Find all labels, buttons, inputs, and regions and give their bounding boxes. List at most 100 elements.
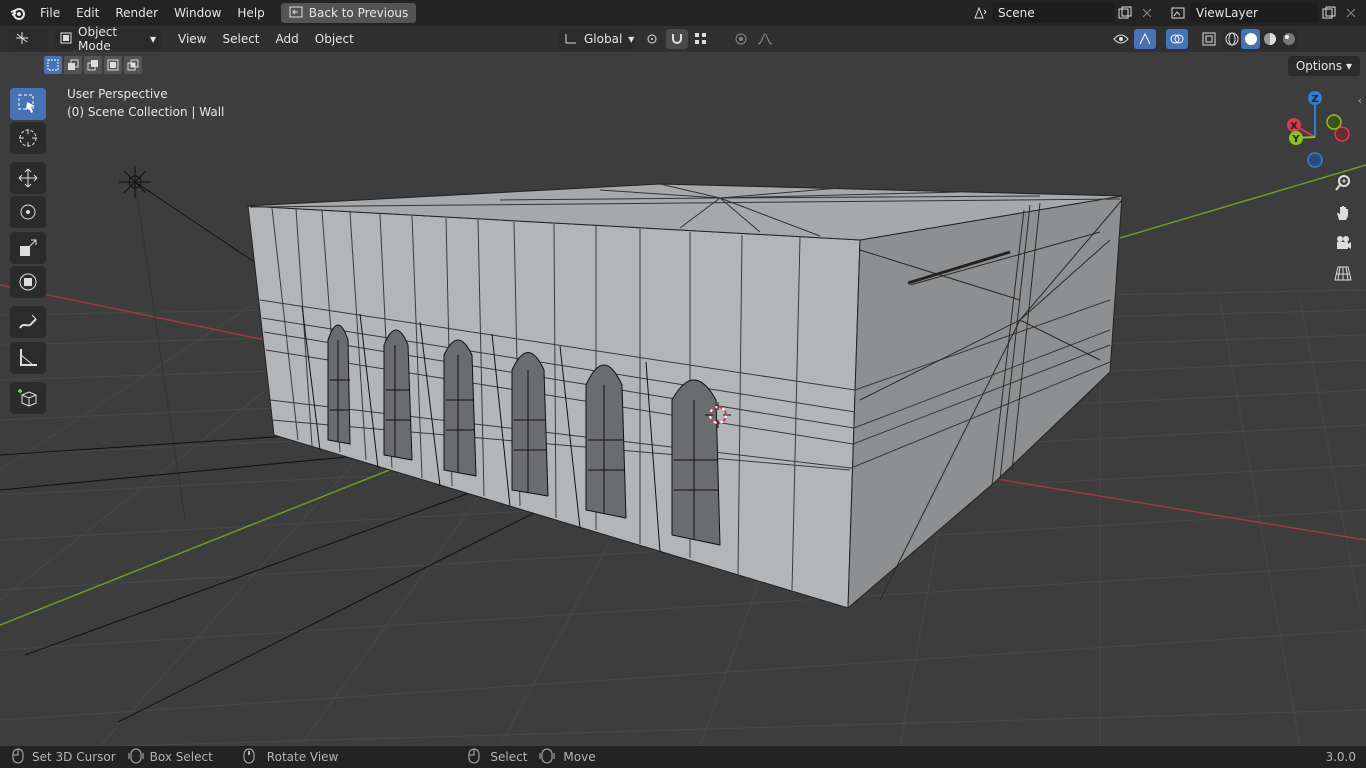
blender-logo-icon[interactable] <box>8 3 28 23</box>
back-to-previous-label: Back to Previous <box>308 6 409 20</box>
wireframe-shading-icon[interactable] <box>1222 29 1241 49</box>
transform-tool[interactable] <box>10 266 46 298</box>
status-bar: Set 3D Cursor Box Select Rotate View Sel… <box>0 746 1366 768</box>
falloff-icon[interactable] <box>754 29 776 49</box>
xray-toggle-icon[interactable] <box>1198 29 1220 49</box>
pivot-point-icon[interactable] <box>642 29 664 49</box>
navigation-gizmo[interactable]: Z X Y <box>1278 88 1358 178</box>
status-set-3d-cursor: Set 3D Cursor <box>32 750 116 764</box>
snap-magnet-icon[interactable] <box>666 29 688 49</box>
overlays-toggle-icon[interactable] <box>1166 29 1188 49</box>
mouse-middle-icon <box>243 748 255 767</box>
scene-name-field[interactable]: Scene <box>992 3 1114 23</box>
menu-window[interactable]: Window <box>166 2 229 24</box>
back-icon <box>289 6 303 21</box>
move-icon <box>18 168 38 188</box>
snap-increment-icon[interactable] <box>690 29 712 49</box>
view-layer-selector[interactable]: ViewLayer <box>1168 3 1362 23</box>
viewport-header: Object Mode ▾ View Select Add Object Glo… <box>0 25 1366 53</box>
viewport-perspective-label: User Perspective <box>67 87 168 101</box>
copy-scene-icon[interactable] <box>1114 3 1136 23</box>
mouse-left-icon-2 <box>468 748 480 767</box>
top-menubar: File Edit Render Window Help Back to Pre… <box>0 0 1366 26</box>
gizmo-x-label: X <box>1290 121 1298 132</box>
chevron-down-icon: ▾ <box>628 32 635 46</box>
light-object[interactable] <box>119 166 151 198</box>
status-select: Select <box>490 750 528 764</box>
annotate-tool[interactable] <box>10 306 46 338</box>
editor-type-icon <box>14 31 30 48</box>
menu-object[interactable]: Object <box>307 28 362 50</box>
material-shading-icon[interactable] <box>1260 29 1279 49</box>
view-layer-name-field[interactable]: ViewLayer <box>1190 3 1318 23</box>
select-extend-icon[interactable] <box>64 56 82 74</box>
menu-view[interactable]: View <box>170 28 214 50</box>
gizmo-y-label: Y <box>1291 134 1300 145</box>
visibility-eye-icon[interactable] <box>1110 29 1132 49</box>
cursor-tool[interactable] <box>10 122 46 154</box>
camera-view-icon[interactable] <box>1330 230 1356 256</box>
orientation-label: Global <box>584 32 623 46</box>
copy-view-layer-icon[interactable] <box>1318 3 1340 23</box>
measure-tool[interactable] <box>10 342 46 374</box>
proportional-editing-icon[interactable] <box>730 29 752 49</box>
select-box-icon <box>18 94 35 113</box>
cursor-icon <box>19 129 37 147</box>
options-label: Options <box>1295 59 1343 73</box>
scale-tool[interactable] <box>10 232 46 264</box>
shading-modes <box>1222 29 1298 49</box>
sidebar-toggle-icon[interactable]: ‹ <box>1358 94 1362 107</box>
annotate-pencil-icon <box>19 314 37 329</box>
solid-shading-icon[interactable] <box>1241 29 1260 49</box>
view-layer-icon[interactable] <box>1168 3 1190 23</box>
viewport-collection-label: (0) Scene Collection | Wall <box>67 105 225 119</box>
editor-type-dropdown[interactable] <box>8 29 48 49</box>
rotate-icon <box>20 204 36 220</box>
menu-help[interactable]: Help <box>229 2 272 24</box>
3d-viewport[interactable]: User Perspective (0) Scene Collection | … <box>0 52 1366 746</box>
mode-label: Object Mode <box>78 25 118 53</box>
select-intersect-icon[interactable] <box>124 56 142 74</box>
viewport-scene[interactable] <box>0 52 1366 746</box>
menu-file[interactable]: File <box>32 2 68 24</box>
select-subtract-icon[interactable] <box>84 56 102 74</box>
rendered-shading-icon[interactable] <box>1279 29 1298 49</box>
transform-icon <box>19 273 37 291</box>
status-rotate-view: Rotate View <box>266 750 339 764</box>
add-cube-tool[interactable] <box>10 382 46 414</box>
mouse-left-icon <box>12 748 24 767</box>
scene-selector[interactable]: Scene <box>970 3 1158 23</box>
mouse-drag-icon-2 <box>539 748 555 767</box>
select-box-tool[interactable] <box>10 88 46 120</box>
scale-icon <box>20 239 37 256</box>
close-view-layer-icon[interactable] <box>1340 3 1362 23</box>
options-dropdown[interactable]: Options ▾ <box>1287 56 1360 76</box>
perspective-toggle-icon[interactable] <box>1330 260 1356 286</box>
version-label: 3.0.0 <box>1325 750 1356 764</box>
scene-icon[interactable] <box>970 3 992 23</box>
selection-mode-group <box>44 56 142 74</box>
transform-orientation-dropdown[interactable]: Global ▾ <box>558 29 634 49</box>
viewport-display-group <box>1110 29 1298 49</box>
move-tool[interactable] <box>10 162 46 194</box>
rotate-tool[interactable] <box>10 196 46 228</box>
status-move: Move <box>563 750 596 764</box>
menu-edit[interactable]: Edit <box>68 2 107 24</box>
add-cube-icon <box>18 389 37 407</box>
chevron-down-icon: ▾ <box>149 32 156 46</box>
back-to-previous-button[interactable]: Back to Previous <box>280 3 417 23</box>
select-new-icon[interactable] <box>44 56 62 74</box>
snapping-group <box>642 29 776 49</box>
gizmo-toggle-icon[interactable] <box>1134 29 1156 49</box>
status-box-select: Box Select <box>149 750 213 764</box>
close-scene-icon[interactable] <box>1136 3 1158 23</box>
select-invert-icon[interactable] <box>104 56 122 74</box>
menu-add[interactable]: Add <box>268 28 307 50</box>
pan-hand-icon[interactable] <box>1330 200 1356 226</box>
menu-select[interactable]: Select <box>214 28 267 50</box>
zoom-icon[interactable] <box>1330 170 1356 196</box>
mode-dropdown[interactable]: Object Mode ▾ <box>54 25 162 53</box>
mouse-drag-icon <box>128 748 144 767</box>
menu-render[interactable]: Render <box>107 2 166 24</box>
gizmo-z-label: Z <box>1311 94 1318 105</box>
